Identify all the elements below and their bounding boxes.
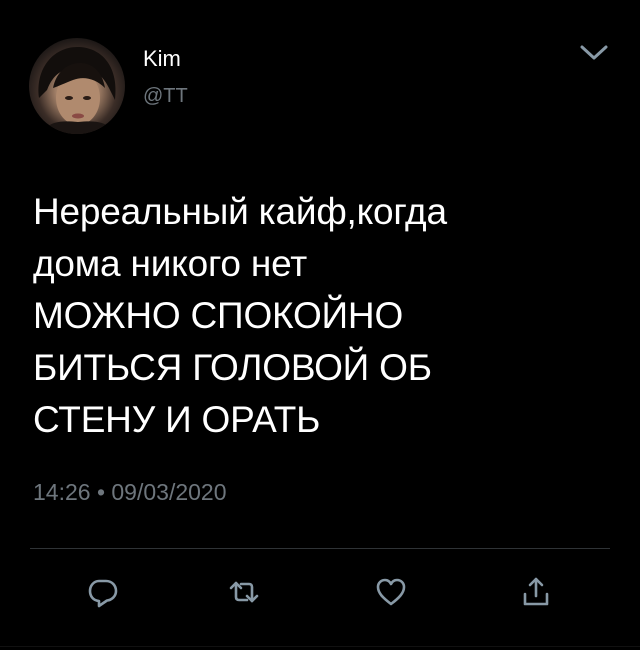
like-button[interactable]	[369, 570, 413, 614]
reply-button[interactable]	[81, 570, 125, 614]
display-name[interactable]: Kim	[143, 46, 181, 72]
retweet-icon	[229, 581, 259, 603]
avatar[interactable]	[29, 38, 125, 134]
tweet-timestamp[interactable]: 14:26 • 09/03/2020	[33, 479, 227, 506]
chevron-down-icon[interactable]	[579, 42, 609, 64]
bottom-divider	[0, 646, 640, 647]
tweet-text: Нереальный кайф,когда дома никого нет МО…	[33, 191, 447, 440]
reply-icon	[88, 579, 118, 608]
tweet-card: Kim @TT Нереальный кайф,когда дома никог…	[0, 0, 640, 650]
user-handle[interactable]: @TT	[143, 85, 188, 108]
avatar-image	[38, 46, 116, 134]
retweet-button[interactable]	[222, 570, 266, 614]
share-button[interactable]	[514, 570, 558, 614]
heart-icon	[376, 578, 406, 606]
divider	[30, 548, 610, 549]
action-bar	[0, 570, 640, 620]
share-icon	[523, 577, 549, 606]
